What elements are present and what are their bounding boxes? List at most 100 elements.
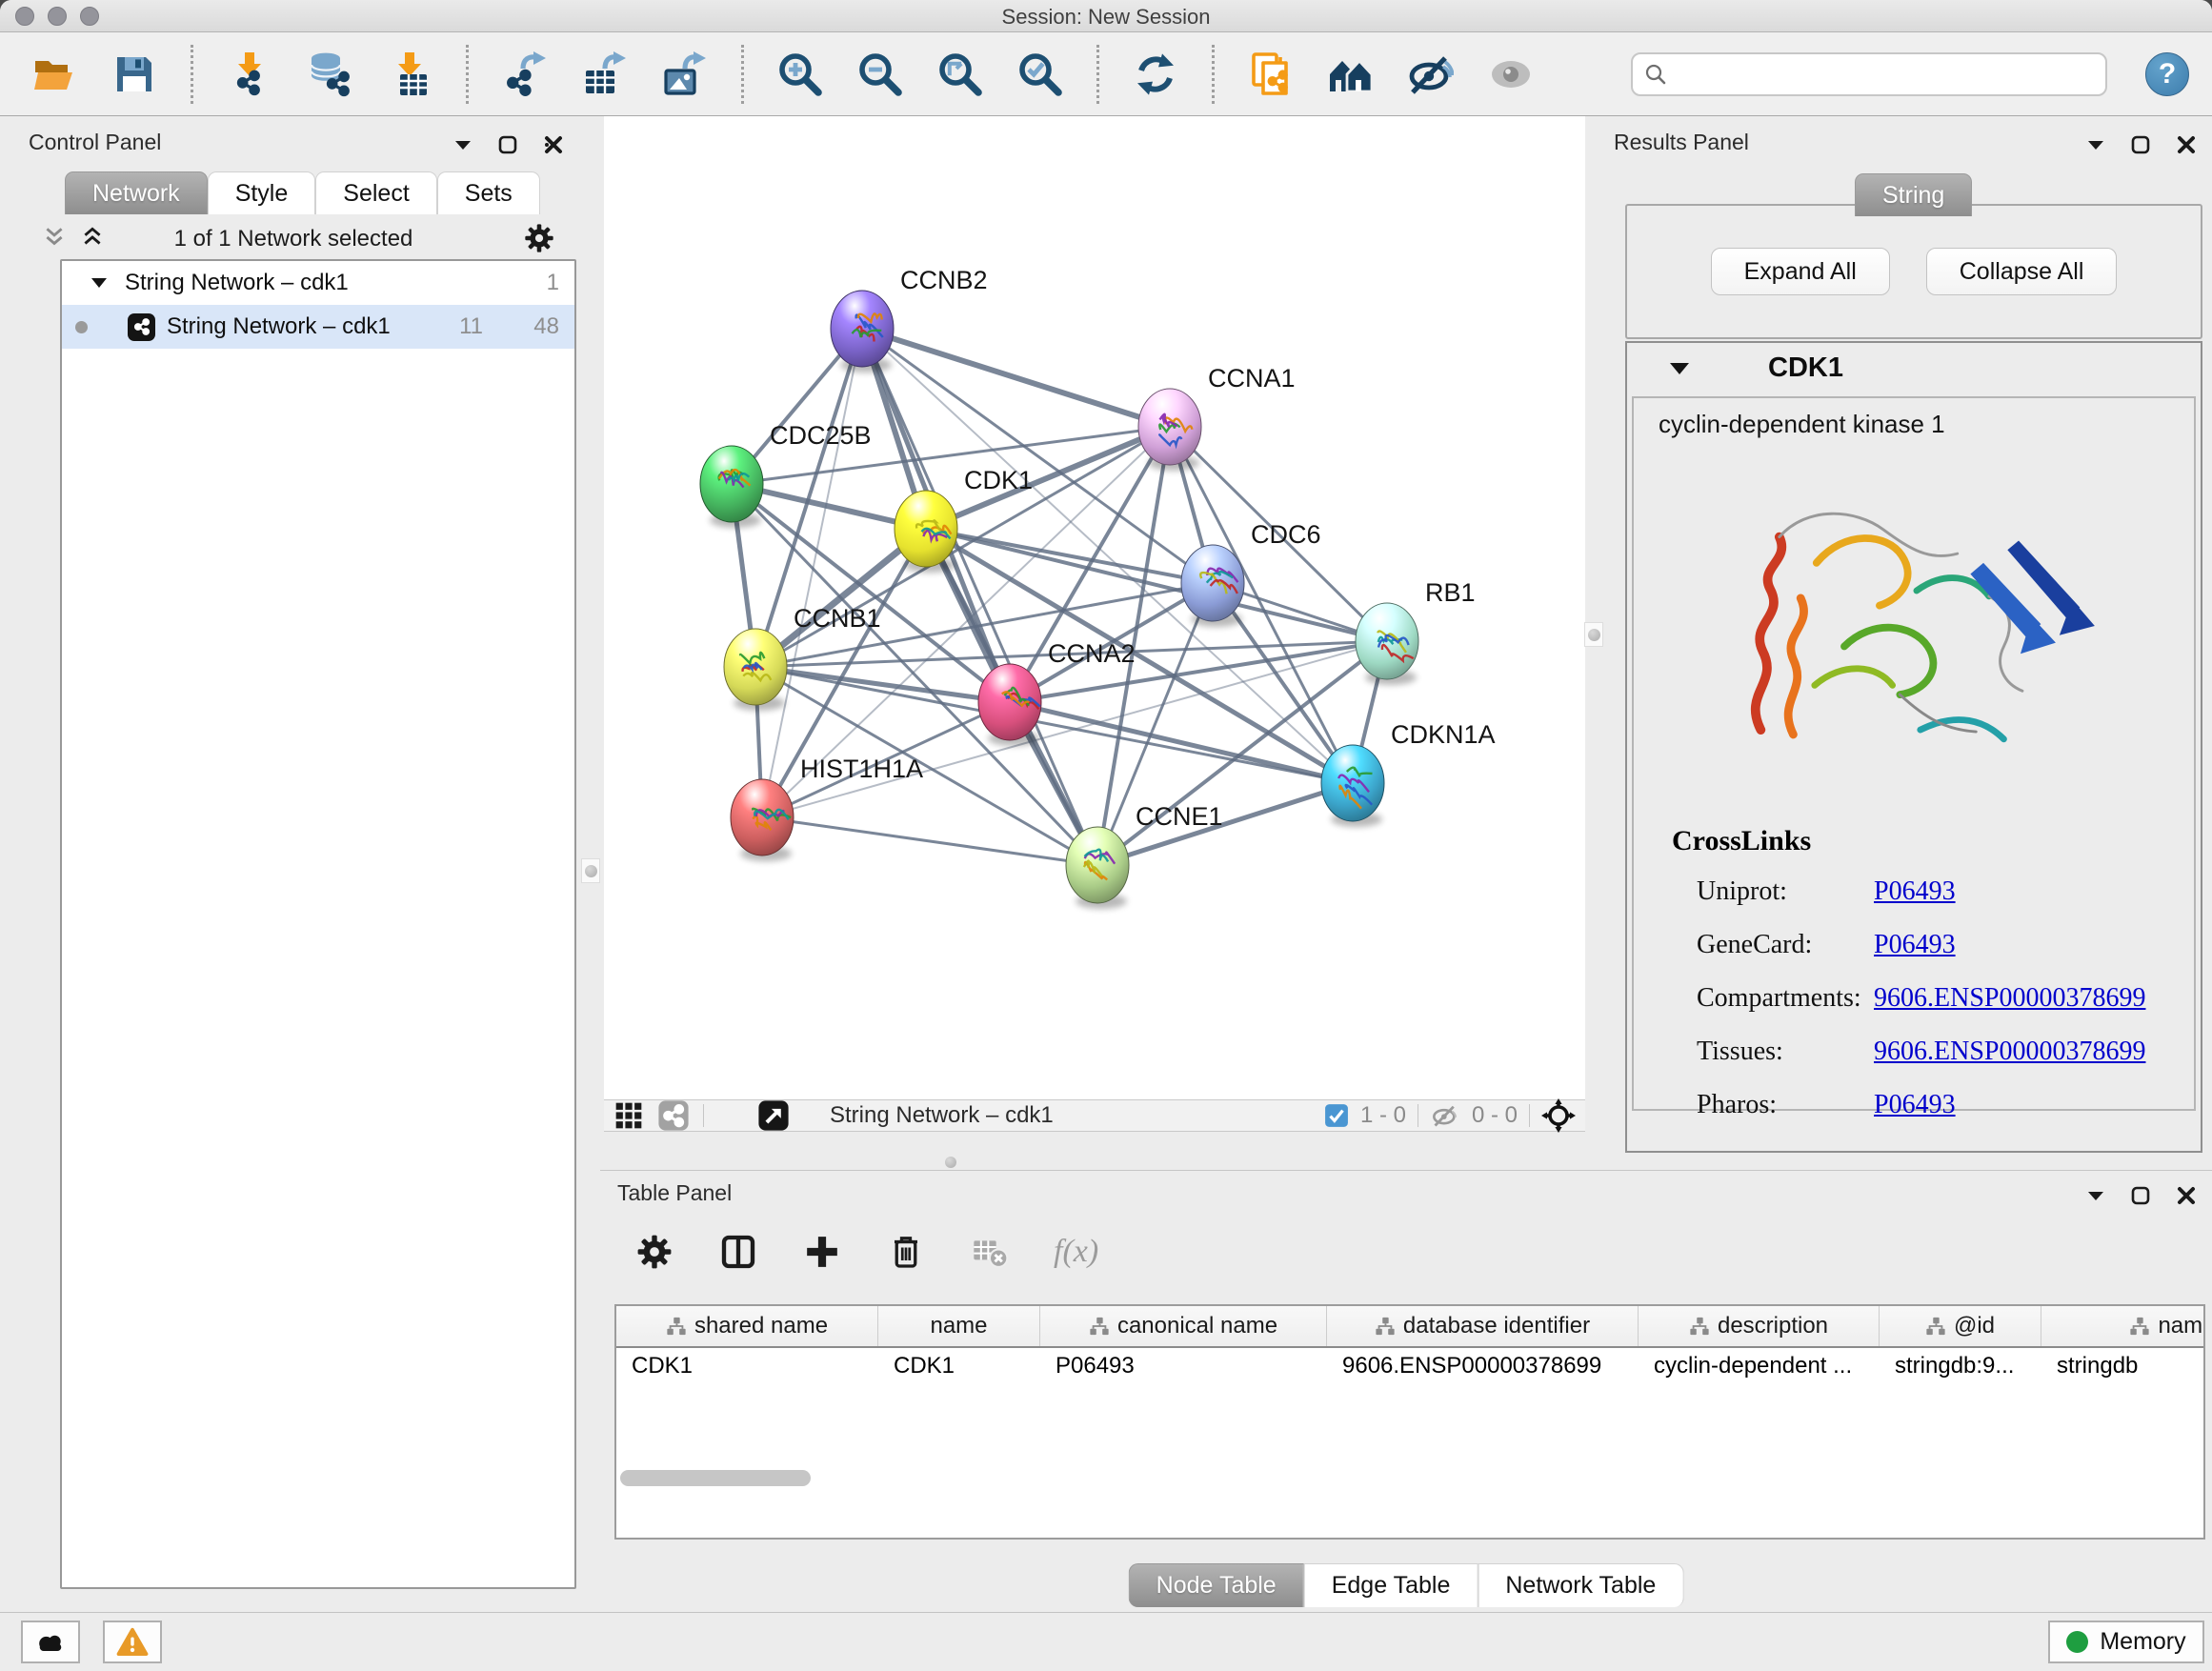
save-session-button[interactable] <box>111 50 158 98</box>
refresh-button[interactable] <box>1132 50 1179 98</box>
network-edge[interactable] <box>1010 702 1353 783</box>
network-edge[interactable] <box>862 329 1097 865</box>
table-cell[interactable]: 9606.ENSP00000378699 <box>1327 1348 1639 1384</box>
add-column-button[interactable] <box>802 1232 842 1272</box>
panel-menu-icon[interactable] <box>2086 139 2105 151</box>
show-all-button[interactable] <box>1487 50 1535 98</box>
delete-column-button[interactable] <box>886 1232 926 1272</box>
hide-selected-button[interactable] <box>1407 50 1455 98</box>
crosslink-link[interactable]: P06493 <box>1874 876 1956 907</box>
column-header-description[interactable]: description <box>1639 1306 1880 1346</box>
new-network-from-selection-button[interactable] <box>1247 50 1295 98</box>
tab-sets[interactable]: Sets <box>437 171 540 214</box>
network-edge[interactable] <box>762 817 1097 865</box>
cloud-button[interactable] <box>21 1621 80 1663</box>
export-network-button[interactable] <box>501 50 549 98</box>
homes-button[interactable] <box>1327 50 1375 98</box>
export-image-button[interactable] <box>661 50 709 98</box>
entry-header[interactable]: CDK1 <box>1627 343 2201 394</box>
table-cell[interactable]: stringdb:9... <box>1880 1348 2041 1384</box>
table-settings-button[interactable] <box>634 1232 674 1272</box>
vertical-splitter-handle[interactable] <box>581 858 600 883</box>
export-table-button[interactable] <box>581 50 629 98</box>
network-node-CDKN1A[interactable]: CDKN1A <box>1321 720 1496 827</box>
column-header-name[interactable]: name <box>878 1306 1040 1346</box>
column-header-shared-name[interactable]: shared name <box>616 1306 878 1346</box>
show-columns-button[interactable] <box>718 1232 758 1272</box>
horizontal-splitter-handle[interactable] <box>938 1156 963 1169</box>
node-sphere[interactable] <box>1066 827 1129 903</box>
network-edge[interactable] <box>862 329 1170 427</box>
crosslinks-list: Uniprot:P06493GeneCard:P06493Compartment… <box>1634 869 2194 1136</box>
tree-expander-icon[interactable] <box>90 277 108 289</box>
panel-menu-icon[interactable] <box>2086 1190 2105 1201</box>
pan-crosshair-icon[interactable] <box>1541 1098 1576 1133</box>
close-panel-icon[interactable] <box>2176 1185 2197 1206</box>
float-panel-icon[interactable] <box>2130 134 2151 155</box>
crosslink-link[interactable]: 9606.ENSP00000378699 <box>1874 983 2145 1014</box>
import-network-database-button[interactable] <box>306 50 353 98</box>
tab-network-table[interactable]: Network Table <box>1478 1563 1683 1607</box>
help-button[interactable]: ? <box>2145 52 2189 96</box>
float-panel-icon[interactable] <box>497 134 518 155</box>
selected-checkbox-icon[interactable] <box>1324 1103 1349 1128</box>
float-panel-icon[interactable] <box>2130 1185 2151 1206</box>
table-cell[interactable]: P06493 <box>1040 1348 1327 1384</box>
table-row[interactable]: CDK1CDK1P064939606.ENSP00000378699cyclin… <box>616 1348 2203 1384</box>
entry-expander-icon[interactable] <box>1669 362 1690 375</box>
import-network-file-button[interactable] <box>226 50 273 98</box>
network-node-RB1[interactable]: RB1 <box>1356 578 1476 685</box>
node-sphere[interactable] <box>700 446 763 522</box>
tab-string[interactable]: String <box>1855 173 1972 216</box>
tab-select[interactable]: Select <box>315 171 436 214</box>
crosslink-link[interactable]: P06493 <box>1874 1090 1956 1120</box>
network-view-mode-icon[interactable] <box>657 1099 690 1132</box>
panel-menu-icon[interactable] <box>453 139 473 151</box>
tab-style[interactable]: Style <box>208 171 316 214</box>
crosslink-link[interactable]: 9606.ENSP00000378699 <box>1874 1037 2145 1067</box>
tab-node-table[interactable]: Node Table <box>1129 1563 1304 1607</box>
network-canvas[interactable]: CCNB2CCNA1CDC25BCDK1CDC6RB1CCNB1CCNA2CDK… <box>604 116 1585 1099</box>
collapse-all-button[interactable]: Collapse All <box>1926 248 2118 295</box>
toolbar-separator <box>191 45 193 104</box>
table-cell[interactable]: CDK1 <box>616 1348 878 1384</box>
network-node-CCNA1[interactable]: CCNA1 <box>1138 364 1296 471</box>
column-header-database-identifier[interactable]: database identifier <box>1327 1306 1639 1346</box>
network-row[interactable]: String Network – cdk1 11 48 <box>62 305 574 349</box>
memory-button[interactable]: Memory <box>2048 1621 2204 1663</box>
zoom-selected-button[interactable] <box>1016 50 1064 98</box>
zoom-out-button[interactable] <box>856 50 904 98</box>
close-panel-icon[interactable] <box>543 134 564 155</box>
tab-edge-table[interactable]: Edge Table <box>1304 1563 1478 1607</box>
apply-function-button[interactable]: f(x) <box>1054 1232 1098 1272</box>
import-table-button[interactable] <box>386 50 433 98</box>
horizontal-scrollbar[interactable] <box>620 1470 811 1486</box>
expand-all-button[interactable]: Expand All <box>1711 248 1890 295</box>
open-session-button[interactable] <box>30 50 78 98</box>
detach-view-icon[interactable] <box>757 1099 790 1132</box>
zoom-fit-button[interactable] <box>936 50 984 98</box>
crosslink-link[interactable]: P06493 <box>1874 930 1956 960</box>
network-node-CCNA2[interactable]: CCNA2 <box>978 639 1136 746</box>
search-input[interactable] <box>1675 61 2094 88</box>
close-panel-icon[interactable] <box>2176 134 2197 155</box>
node-sphere[interactable] <box>731 779 794 856</box>
tab-network[interactable]: Network <box>65 171 208 214</box>
node-sphere[interactable] <box>1321 745 1384 821</box>
table-cell[interactable]: stringdb <box>2041 1348 2205 1384</box>
network-node-CCNE1[interactable]: CCNE1 <box>1066 802 1223 909</box>
network-node-CCNB2[interactable]: CCNB2 <box>831 266 988 372</box>
column-header-canonical-name[interactable]: canonical name <box>1040 1306 1327 1346</box>
table-cell[interactable]: CDK1 <box>878 1348 1040 1384</box>
warnings-button[interactable] <box>103 1621 162 1663</box>
toolbar-separator <box>466 45 469 104</box>
gear-icon[interactable] <box>524 223 554 253</box>
grid-view-icon[interactable] <box>613 1100 644 1131</box>
column-header-namespace[interactable]: namespace <box>2041 1306 2205 1346</box>
delete-table-button[interactable] <box>970 1232 1010 1272</box>
table-cell[interactable]: cyclin-dependent ... <box>1639 1348 1880 1384</box>
column-header--id[interactable]: @id <box>1880 1306 2041 1346</box>
network-view-toolbar: String Network – cdk1 1 - 0 0 - 0 <box>604 1099 1585 1132</box>
network-collection-row[interactable]: String Network – cdk1 1 <box>62 261 574 305</box>
zoom-in-button[interactable] <box>776 50 824 98</box>
